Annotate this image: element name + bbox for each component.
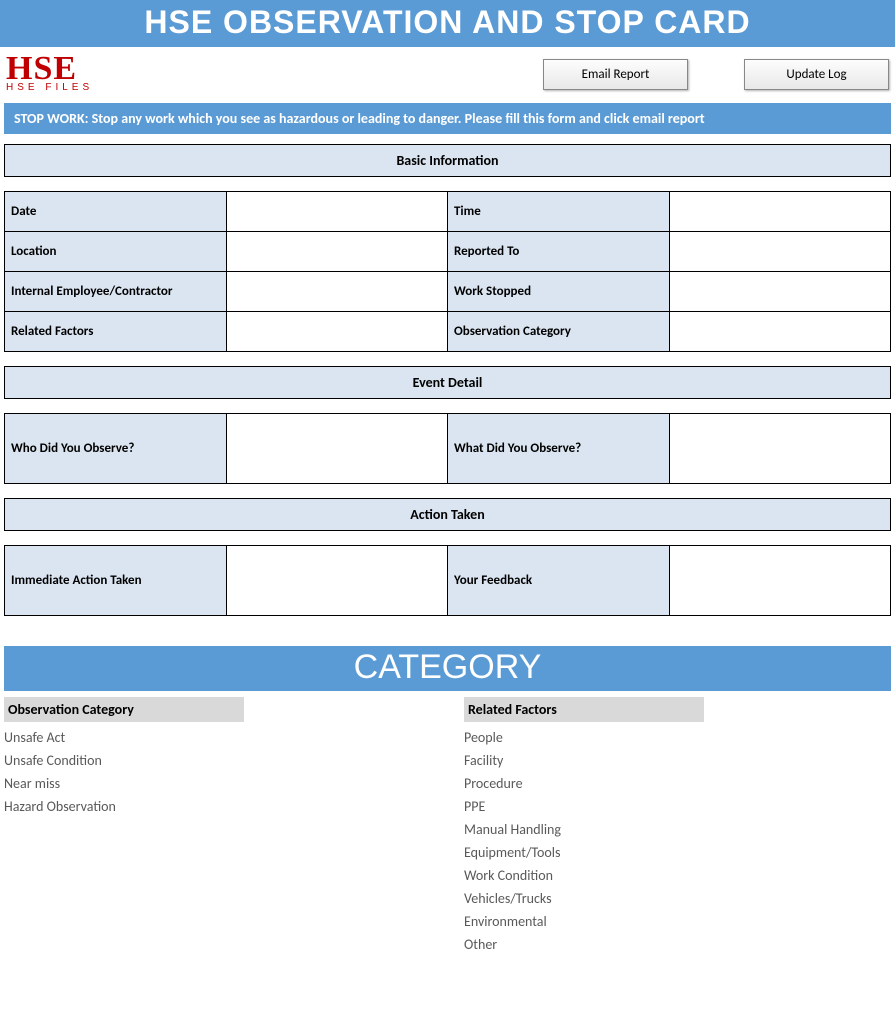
event-detail-heading: Event Detail xyxy=(4,366,891,399)
update-log-button[interactable]: Update Log xyxy=(744,59,889,90)
list-item: Facility xyxy=(464,749,794,772)
label-your-feedback: Your Feedback xyxy=(448,546,670,616)
field-work-stopped[interactable] xyxy=(670,272,892,312)
label-location: Location xyxy=(5,232,227,272)
page-title: HSE OBSERVATION AND STOP CARD xyxy=(0,0,895,47)
list-item: Manual Handling xyxy=(464,818,794,841)
field-what-observed[interactable] xyxy=(670,414,892,484)
observation-category-heading: Observation Category xyxy=(4,697,244,722)
related-factors-heading: Related Factors xyxy=(464,697,704,722)
field-who-observed[interactable] xyxy=(227,414,449,484)
category-columns: Observation Category Unsafe Act Unsafe C… xyxy=(4,697,891,956)
label-observation-category: Observation Category xyxy=(448,312,670,352)
field-employee-contractor[interactable] xyxy=(227,272,449,312)
field-reported-to[interactable] xyxy=(670,232,892,272)
logo-small: HSE FILES xyxy=(6,82,146,93)
label-who-observed: Who Did You Observe? xyxy=(5,414,227,484)
basic-info-heading: Basic Information xyxy=(4,144,891,177)
event-detail-grid: Who Did You Observe? What Did You Observ… xyxy=(4,413,891,484)
related-factors-column: Related Factors People Facility Procedur… xyxy=(464,697,794,956)
header-row: HSE HSE FILES Email Report Update Log xyxy=(0,47,895,103)
related-factors-list: People Facility Procedure PPE Manual Han… xyxy=(464,726,794,956)
label-employee-contractor: Internal Employee/Contractor xyxy=(5,272,227,312)
field-related-factors[interactable] xyxy=(227,312,449,352)
label-work-stopped: Work Stopped xyxy=(448,272,670,312)
field-time[interactable] xyxy=(670,192,892,232)
basic-info-grid: Date Time Location Reported To Internal … xyxy=(4,191,891,352)
logo: HSE HSE FILES xyxy=(6,55,146,93)
list-item: Procedure xyxy=(464,772,794,795)
list-item: PPE xyxy=(464,795,794,818)
observation-category-list: Unsafe Act Unsafe Condition Near miss Ha… xyxy=(4,726,334,818)
logo-big: HSE xyxy=(6,55,146,82)
action-taken-grid: Immediate Action Taken Your Feedback xyxy=(4,545,891,616)
label-date: Date xyxy=(5,192,227,232)
list-item: Unsafe Condition xyxy=(4,749,334,772)
field-date[interactable] xyxy=(227,192,449,232)
field-location[interactable] xyxy=(227,232,449,272)
field-observation-category[interactable] xyxy=(670,312,892,352)
list-item: Vehicles/Trucks xyxy=(464,887,794,910)
category-title: CATEGORY xyxy=(4,646,891,691)
label-immediate-action: Immediate Action Taken xyxy=(5,546,227,616)
list-item: Equipment/Tools xyxy=(464,841,794,864)
stop-work-notice: STOP WORK: Stop any work which you see a… xyxy=(4,103,891,134)
list-item: Work Condition xyxy=(464,864,794,887)
list-item: People xyxy=(464,726,794,749)
email-report-button[interactable]: Email Report xyxy=(543,59,688,90)
label-reported-to: Reported To xyxy=(448,232,670,272)
list-item: Other xyxy=(464,933,794,956)
list-item: Near miss xyxy=(4,772,334,795)
action-taken-heading: Action Taken xyxy=(4,498,891,531)
label-time: Time xyxy=(448,192,670,232)
label-what-observed: What Did You Observe? xyxy=(448,414,670,484)
list-item: Environmental xyxy=(464,910,794,933)
list-item: Hazard Observation xyxy=(4,795,334,818)
field-your-feedback[interactable] xyxy=(670,546,892,616)
field-immediate-action[interactable] xyxy=(227,546,449,616)
observation-category-column: Observation Category Unsafe Act Unsafe C… xyxy=(4,697,334,956)
list-item: Unsafe Act xyxy=(4,726,334,749)
label-related-factors: Related Factors xyxy=(5,312,227,352)
